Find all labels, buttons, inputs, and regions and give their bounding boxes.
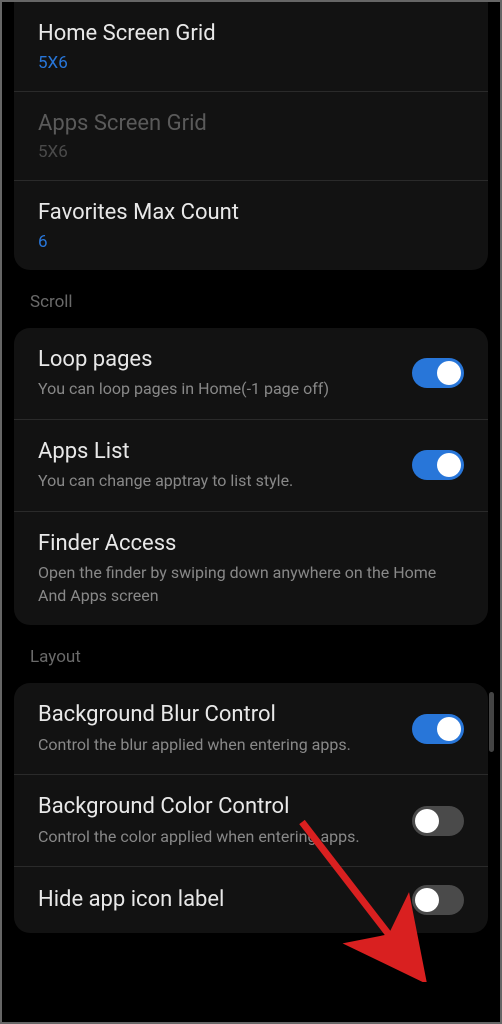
apps-screen-grid-item: Apps Screen Grid 5X6	[14, 92, 488, 182]
apps-list-title: Apps List	[38, 438, 396, 467]
scroll-settings-group: Loop pages You can loop pages in Home(-1…	[14, 328, 488, 625]
item-content: Background Blur Control Control the blur…	[38, 701, 396, 756]
hide-label-title: Hide app icon label	[38, 886, 396, 915]
favorites-value: 6	[38, 232, 464, 252]
blur-control-toggle[interactable]	[412, 714, 464, 744]
home-grid-title: Home Screen Grid	[38, 20, 464, 49]
loop-pages-subtitle: You can loop pages in Home(-1 page off)	[38, 378, 396, 400]
item-content: Loop pages You can loop pages in Home(-1…	[38, 346, 396, 401]
color-control-toggle[interactable]	[412, 806, 464, 836]
loop-pages-toggle[interactable]	[412, 358, 464, 388]
item-content: Apps List You can change apptray to list…	[38, 438, 396, 493]
finder-access-title: Finder Access	[38, 530, 464, 559]
item-content: Finder Access Open the finder by swiping…	[38, 530, 464, 607]
home-grid-value: 5X6	[38, 53, 464, 73]
toggle-thumb	[437, 717, 461, 741]
loop-pages-item[interactable]: Loop pages You can loop pages in Home(-1…	[14, 328, 488, 420]
layout-settings-group: Background Blur Control Control the blur…	[14, 683, 488, 933]
apps-list-item[interactable]: Apps List You can change apptray to list…	[14, 420, 488, 512]
item-content: Background Color Control Control the col…	[38, 793, 396, 848]
scrollbar-indicator[interactable]	[489, 692, 494, 752]
toggle-thumb	[437, 361, 461, 385]
blur-control-subtitle: Control the blur applied when entering a…	[38, 734, 396, 756]
toggle-thumb	[415, 888, 439, 912]
blur-control-item[interactable]: Background Blur Control Control the blur…	[14, 683, 488, 775]
item-content: Favorites Max Count 6	[38, 199, 464, 252]
color-control-subtitle: Control the color applied when entering …	[38, 826, 396, 848]
finder-access-item[interactable]: Finder Access Open the finder by swiping…	[14, 512, 488, 625]
apps-grid-value: 5X6	[38, 142, 464, 162]
loop-pages-title: Loop pages	[38, 346, 396, 375]
color-control-title: Background Color Control	[38, 793, 396, 822]
item-content: Home Screen Grid 5X6	[38, 20, 464, 73]
favorites-max-item[interactable]: Favorites Max Count 6	[14, 181, 488, 270]
settings-container: Home Screen Grid 5X6 Apps Screen Grid 5X…	[2, 2, 500, 933]
apps-list-toggle[interactable]	[412, 450, 464, 480]
scroll-section-header: Scroll	[2, 278, 500, 320]
toggle-thumb	[437, 453, 461, 477]
hide-label-item[interactable]: Hide app icon label	[14, 867, 488, 933]
color-control-item[interactable]: Background Color Control Control the col…	[14, 775, 488, 867]
apps-list-subtitle: You can change apptray to list style.	[38, 470, 396, 492]
blur-control-title: Background Blur Control	[38, 701, 396, 730]
apps-grid-title: Apps Screen Grid	[38, 110, 464, 139]
favorites-title: Favorites Max Count	[38, 199, 464, 228]
item-content: Hide app icon label	[38, 886, 396, 915]
home-screen-grid-item[interactable]: Home Screen Grid 5X6	[14, 2, 488, 92]
layout-section-header: Layout	[2, 633, 500, 675]
item-content: Apps Screen Grid 5X6	[38, 110, 464, 163]
hide-label-toggle[interactable]	[412, 885, 464, 915]
toggle-thumb	[415, 809, 439, 833]
grid-settings-group: Home Screen Grid 5X6 Apps Screen Grid 5X…	[14, 2, 488, 270]
finder-access-subtitle: Open the finder by swiping down anywhere…	[38, 562, 464, 607]
